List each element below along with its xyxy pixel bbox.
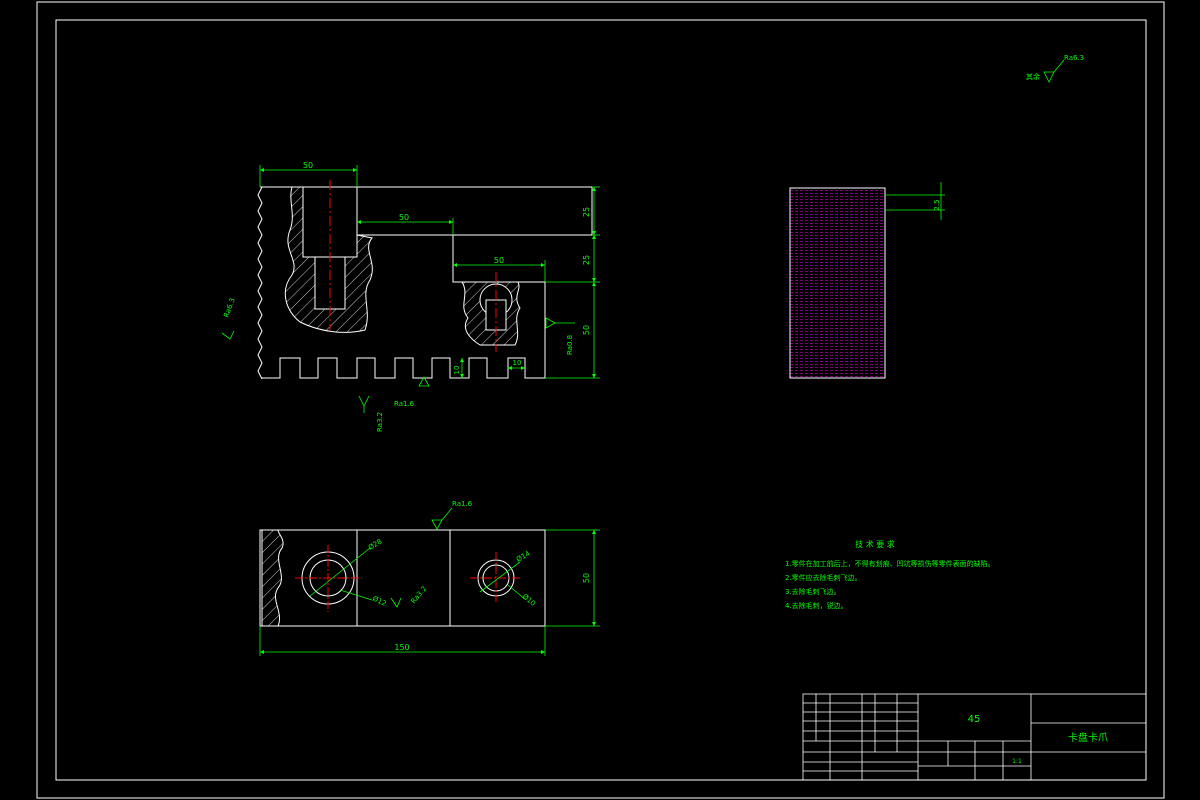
title-material: 45 <box>968 714 981 725</box>
roughness-4: Ra0.8 <box>566 335 574 355</box>
roughness-5: Ra1.6 <box>452 500 473 508</box>
dim-d28: Ø28 <box>367 538 383 552</box>
roughness-6: Ra3.2 <box>409 585 428 606</box>
dim-right-h3: 50 <box>582 325 591 335</box>
dim-total-length: 150 <box>394 643 409 652</box>
dim-d12: Ø12 <box>371 595 387 608</box>
drawing-canvas: 50 50 50 25 25 50 10 10 Ra6.3 Ra3.2 Ra1.… <box>36 1 1165 799</box>
tech-req-item-3: 3.去除毛刺飞边。 <box>785 587 841 596</box>
sheet-outer-border <box>36 1 1165 799</box>
corner-roughness-value: Ra6.3 <box>1064 54 1084 62</box>
tech-req-item-2: 2.零件应去除毛刺飞边。 <box>785 573 862 582</box>
dim-right-h2: 25 <box>582 255 591 265</box>
side-dim: 2.5 <box>933 199 941 210</box>
tech-req-item-1: 1.零件在加工前后上，不得有划痕、凹坑等损伤等零件表面的缺陷。 <box>785 559 995 568</box>
roughness-2: Ra3.2 <box>376 412 384 432</box>
dim-d14: Ø14 <box>515 549 532 563</box>
dim-top-width: 50 <box>303 161 313 170</box>
front-serrated-edge <box>257 186 263 380</box>
side-view: 2.5 <box>789 182 945 379</box>
tech-req-title: 技 术 要 求 <box>855 539 895 549</box>
roughness-1: Ra6.3 <box>222 297 236 319</box>
corner-roughness-label: 其余 <box>1026 72 1040 81</box>
dim-tooth-w: 10 <box>513 359 522 367</box>
top-view: Ø28 Ø12 Ø14 Ø10 50 150 Ra1.6 Ra3.2 <box>259 500 600 656</box>
corner-roughness: Ra6.3 其余 <box>1026 54 1084 83</box>
roughness-3: Ra1.6 <box>394 400 415 408</box>
dim-step-width: 50 <box>399 213 409 222</box>
dim-tooth-h: 10 <box>453 366 461 375</box>
dim-right-h1: 25 <box>582 207 591 217</box>
top-hatched-edge <box>261 529 284 627</box>
side-hatched-block <box>789 187 886 379</box>
title-scale: 1:1 <box>1012 758 1022 765</box>
front-view: 50 50 50 25 25 50 10 10 Ra6.3 Ra3.2 Ra1.… <box>221 161 600 432</box>
tech-req-item-4: 4.去除毛刺，锐边。 <box>785 601 848 610</box>
title-part-name: 卡盘卡爪 <box>1068 731 1108 744</box>
tech-requirements: 技 术 要 求 1.零件在加工前后上，不得有划痕、凹坑等损伤等零件表面的缺陷。 … <box>785 539 995 610</box>
sheet-inner-border <box>55 19 1147 781</box>
dim-slot-width: 50 <box>494 256 504 265</box>
dim-height: 50 <box>582 573 591 583</box>
dim-d10: Ø10 <box>521 592 537 607</box>
